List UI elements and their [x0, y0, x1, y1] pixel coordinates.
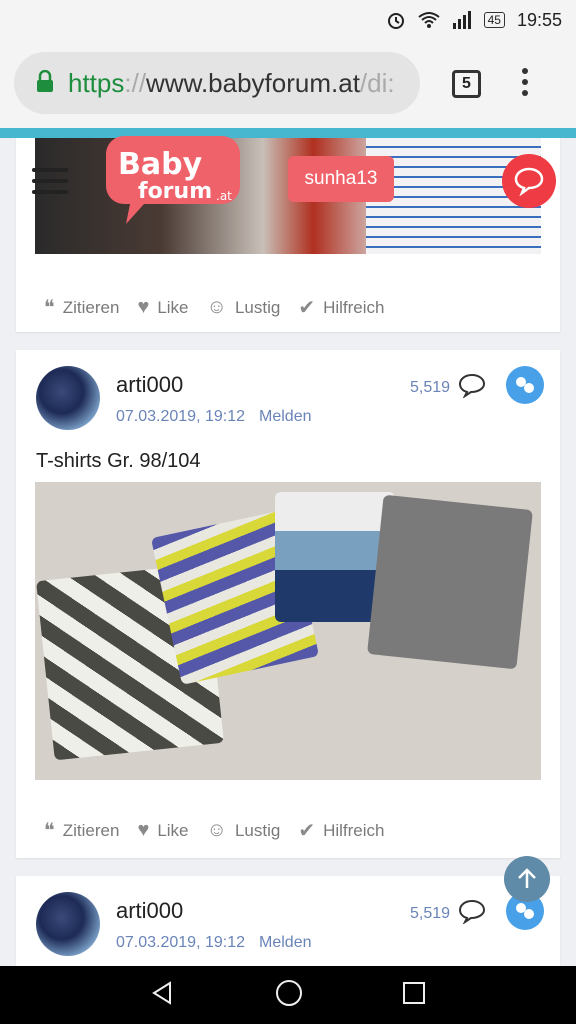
svg-text:Baby: Baby: [118, 147, 203, 182]
post-author[interactable]: arti000: [116, 898, 183, 924]
post-meta: 07.03.2019, 19:12 Melden: [116, 408, 312, 426]
helpful-button[interactable]: ✔ Hilfreich: [298, 295, 384, 320]
header-accent-line: [0, 128, 576, 138]
site-logo[interactable]: Baby forum .at: [104, 130, 242, 226]
quote-icon: ❝: [44, 820, 55, 842]
comment-icon: [458, 898, 486, 929]
wifi-icon: [417, 11, 440, 29]
post-date[interactable]: 07.03.2019, 19:12: [116, 408, 245, 426]
smiley-icon: ☺: [206, 819, 227, 841]
report-link[interactable]: Melden: [259, 934, 311, 952]
post-card: arti000 07.03.2019, 19:12 Melden 5,519 T…: [16, 350, 560, 858]
baby-badge-icon: [506, 366, 544, 404]
smiley-icon: ☺: [206, 296, 227, 318]
helpful-button[interactable]: ✔ Hilfreich: [298, 818, 384, 843]
url-bar[interactable]: https://www.babyforum.at/di:: [14, 52, 420, 114]
url-text: https://www.babyforum.at/di:: [68, 67, 395, 98]
like-button[interactable]: ♥ Like: [137, 296, 188, 319]
scroll-top-button[interactable]: [504, 856, 550, 902]
browser-toolbar: https://www.babyforum.at/di: 5: [0, 40, 576, 128]
alarm-icon: [386, 10, 406, 30]
quote-icon: ❝: [44, 297, 55, 319]
heart-icon: ♥: [137, 296, 150, 318]
post-count[interactable]: 5,519: [410, 898, 486, 929]
svg-text:.at: .at: [216, 189, 232, 203]
post-count[interactable]: 5,519: [410, 372, 486, 403]
back-icon[interactable]: [150, 980, 176, 1011]
chat-button[interactable]: [502, 154, 556, 208]
heart-icon: ♥: [137, 819, 150, 841]
comment-icon: [458, 372, 486, 403]
browser-menu-button[interactable]: [522, 68, 528, 96]
user-menu-button[interactable]: sunha13: [288, 156, 394, 202]
arrow-up-icon: [518, 868, 536, 888]
like-button[interactable]: ♥ Like: [137, 819, 188, 842]
menu-icon[interactable]: [32, 168, 68, 194]
check-circle-icon: ✔: [298, 297, 316, 319]
lock-icon: [36, 69, 54, 97]
home-icon[interactable]: [275, 979, 303, 1012]
quote-button[interactable]: ❝ Zitieren: [44, 295, 119, 320]
page-content: ❝ Zitieren ♥ Like ☺ Lustig ✔ Hilfreich arti0…: [0, 138, 576, 966]
avatar[interactable]: [36, 892, 100, 956]
chat-icon: [514, 167, 544, 196]
quote-button[interactable]: ❝ Zitieren: [44, 818, 119, 843]
funny-button[interactable]: ☺ Lustig: [207, 819, 281, 842]
post-author[interactable]: arti000: [116, 372, 183, 398]
funny-button[interactable]: ☺ Lustig: [207, 296, 281, 319]
tab-switcher-button[interactable]: 5: [452, 70, 481, 98]
post-actions: ❝ Zitieren ♥ Like ☺ Lustig ✔ Hilfreich: [44, 818, 402, 843]
status-bar: 45 19:55: [0, 0, 576, 40]
avatar[interactable]: [36, 366, 100, 430]
post-date[interactable]: 07.03.2019, 19:12: [116, 934, 245, 952]
svg-text:forum: forum: [138, 179, 212, 204]
post-meta: 07.03.2019, 19:12 Melden: [116, 934, 312, 952]
post-card: arti000 07.03.2019, 19:12 Melden 5,519: [16, 876, 560, 966]
report-link[interactable]: Melden: [259, 408, 311, 426]
check-circle-icon: ✔: [298, 820, 316, 842]
signal-icon: [452, 11, 472, 29]
battery-indicator: 45: [483, 12, 505, 28]
post-image[interactable]: [35, 482, 541, 780]
recents-icon[interactable]: [402, 981, 426, 1010]
post-actions: ❝ Zitieren ♥ Like ☺ Lustig ✔ Hilfreich: [44, 295, 402, 320]
system-nav-bar: [0, 966, 576, 1024]
post-title: T-shirts Gr. 98/104: [36, 450, 201, 472]
clock: 19:55: [516, 9, 562, 30]
